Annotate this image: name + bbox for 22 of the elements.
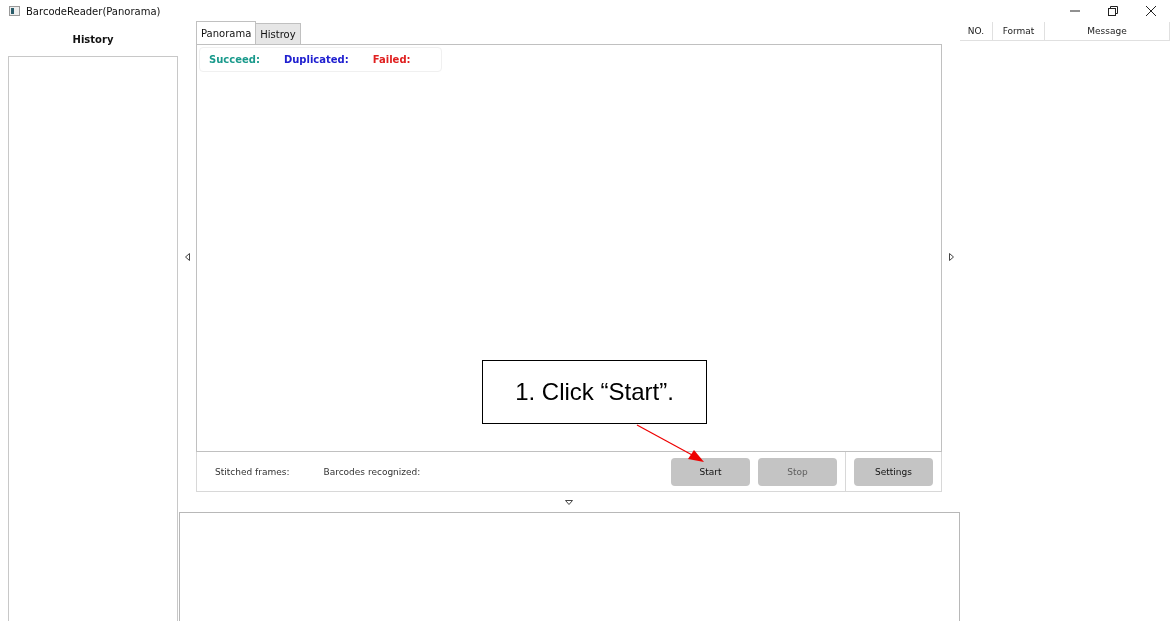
tab[interactable]: Panorama bbox=[196, 21, 257, 44]
column-header: Message bbox=[1045, 22, 1170, 40]
tab[interactable]: Histroy bbox=[255, 23, 301, 44]
stat-label: Barcodes recognized: bbox=[323, 466, 421, 477]
restore-icon[interactable] bbox=[1108, 6, 1118, 16]
window-title: BarcodeReader(Panorama) bbox=[26, 5, 161, 17]
legend-label: Failed: bbox=[372, 54, 411, 65]
column-header: NO. bbox=[960, 22, 993, 40]
pointer-arrow bbox=[636, 424, 706, 464]
column-header: Format bbox=[993, 22, 1045, 40]
legend-label: Duplicated: bbox=[283, 54, 349, 65]
collapse-right-icon[interactable] bbox=[948, 253, 954, 261]
history-title: History bbox=[71, 32, 115, 47]
callout-text: 1. Click “Start”. bbox=[482, 360, 707, 424]
legend-label: Succeed: bbox=[209, 54, 260, 65]
collapse-down-icon[interactable] bbox=[565, 499, 573, 505]
stat-label: Stitched frames: bbox=[215, 466, 290, 477]
close-icon[interactable] bbox=[1146, 6, 1156, 16]
collapse-left-icon[interactable] bbox=[184, 253, 190, 261]
settings-button[interactable]: Settings bbox=[854, 457, 933, 486]
app-icon bbox=[9, 6, 20, 16]
action-button[interactable]: Start bbox=[671, 457, 750, 486]
